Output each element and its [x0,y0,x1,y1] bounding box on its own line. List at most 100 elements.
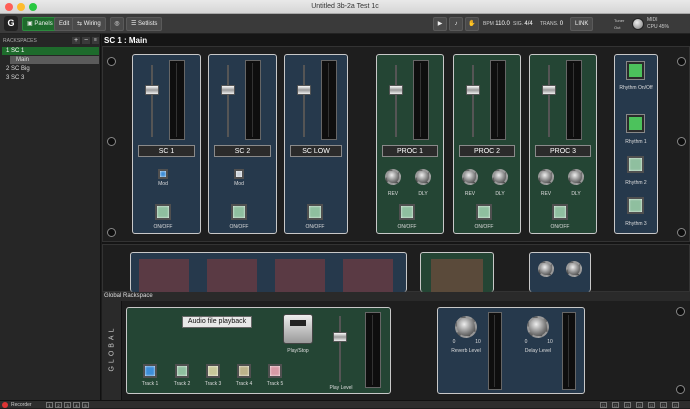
bpm-display[interactable]: BPM 110.0 [483,17,510,31]
track-1-button[interactable] [143,364,157,378]
globe-icon[interactable]: ◎ [110,17,124,31]
page-button-1[interactable]: 1 [46,402,53,408]
play-stop-button[interactable] [283,314,313,344]
reverb-meter [488,312,502,390]
view-toggle-icon[interactable]: □ [600,402,607,408]
metronome-icon[interactable]: ♪ [449,17,463,31]
delay-knob[interactable] [568,169,584,185]
mod-button[interactable] [158,169,168,179]
volume-fader[interactable] [542,63,556,139]
reverb-level-knob[interactable] [455,316,477,338]
on-off-button[interactable] [231,204,247,220]
view-toggle-icon[interactable]: □ [672,402,679,408]
transpose-value: 0 [559,21,564,27]
reverb-knob[interactable] [385,169,401,185]
delay-knob[interactable] [415,169,431,185]
page-button-4[interactable]: 4 [73,402,80,408]
track-2-button[interactable] [175,364,189,378]
transpose-display[interactable]: TRANS. 0 [540,17,563,31]
on-off-button[interactable] [399,204,415,220]
variation-item-main[interactable]: Main [10,56,99,64]
view-toggle-icon[interactable]: □ [660,402,667,408]
add-rackspace-button[interactable]: + [72,37,80,44]
volume-fader[interactable] [297,63,311,139]
panels-button[interactable]: ▣ Panels [22,17,58,31]
reverb-knob[interactable] [462,169,478,185]
rhythm-3-button[interactable] [627,197,644,214]
channel-strip-sc1: SC 1 Mod ON/OFF [132,54,201,234]
on-off-label: ON/OFF [550,224,570,230]
lower-knob[interactable] [538,261,554,277]
page-button-2[interactable]: 2 [55,402,62,408]
track-5-button[interactable] [268,364,282,378]
on-off-button[interactable] [307,204,323,220]
rhythm-on-off-button[interactable] [627,62,644,79]
page-button-5[interactable]: 5 [82,402,89,408]
tap-tempo-icon[interactable]: ✋ [465,17,479,31]
rackspace-item-sc3[interactable]: 3 SC 3 [2,74,99,82]
on-off-label: ON/OFF [474,224,494,230]
lower-knob[interactable] [566,261,582,277]
channel-name-label: SC 2 [214,145,271,157]
channel-strip-proc3: PROC 3 REV DLY ON/OFF [529,54,597,234]
lower-tile [431,259,483,293]
delay-level-knob[interactable] [527,316,549,338]
rhythm-3-label: Rhythm 3 [625,221,647,227]
window-title: Untitled 3b-2a Test 1c [311,3,379,10]
mod-button[interactable] [234,169,244,179]
view-toggle-icon[interactable]: □ [648,402,655,408]
zoom-window-button[interactable] [29,3,37,11]
close-window-button[interactable] [5,3,13,11]
edit-label: Edit [59,21,70,27]
toolbar: G ▣ Panels Edit ⇆ Wiring ◎ ☰ Setlists ▶ … [0,14,690,34]
play-icon[interactable]: ▶ [433,17,447,31]
app-logo-icon: G [4,16,18,31]
level-meter [169,60,185,140]
channel-name-label: PROC 1 [382,145,438,157]
rack-screw [107,57,116,66]
setlists-button[interactable]: ☰ Setlists [126,17,163,31]
volume-fader[interactable] [221,63,235,139]
tuner-out-labels: Tuner Out [614,17,624,31]
wiring-button[interactable]: ⇆ Wiring [72,17,106,31]
on-off-label: ON/OFF [229,224,249,230]
rackspace-item-sc1[interactable]: 1 SC 1 [2,47,99,55]
delay-knob[interactable] [492,169,508,185]
delay-level-label: Delay Level [524,348,552,354]
global-rack-area: GLOBAL Audio file playback Play/Stop Pla… [102,301,690,400]
rackspace-item-sc-big[interactable]: 2 SC Big [2,65,99,73]
channel-strip-proc2: PROC 2 REV DLY ON/OFF [453,54,521,234]
link-button[interactable]: LINK [570,17,594,31]
rhythm-1-button[interactable] [627,115,644,132]
reverb-min-label: 0 [452,339,456,345]
view-toggle-icon[interactable]: □ [636,402,643,408]
channel-name-label: SC 1 [138,145,195,157]
audio-file-title: Audio file playback [182,316,252,328]
volume-fader[interactable] [466,63,480,139]
minimize-window-button[interactable] [17,3,25,11]
track-4-button[interactable] [237,364,251,378]
reverb-knob[interactable] [538,169,554,185]
rackspace-sidebar: RACKSPACES + − ≡ 1 SC 1 Main 2 SC Big 3 … [0,34,101,400]
play-level-fader[interactable] [333,314,347,384]
view-toggle-icon[interactable]: □ [612,402,619,408]
rhythm-2-button[interactable] [627,156,644,173]
lower-panel-blue [130,252,407,293]
track-3-button[interactable] [206,364,220,378]
master-volume-knob[interactable] [632,18,644,30]
on-off-button[interactable] [552,204,568,220]
volume-fader[interactable] [145,63,159,139]
on-off-button[interactable] [155,204,171,220]
view-toggle-icon[interactable]: □ [624,402,631,408]
rackspace-options-button[interactable]: ≡ [92,37,99,44]
reverb-label: REV [464,191,476,197]
volume-fader[interactable] [389,63,403,139]
midi-label: MIDI [647,17,658,23]
track-1-label: Track 1 [141,381,159,387]
remove-rackspace-button[interactable]: − [82,37,90,44]
play-level-meter [365,312,381,388]
signature-display[interactable]: SIG. 4/4 [513,17,533,31]
on-off-button[interactable] [476,204,492,220]
page-button-3[interactable]: 3 [64,402,71,408]
record-icon[interactable] [2,402,8,408]
